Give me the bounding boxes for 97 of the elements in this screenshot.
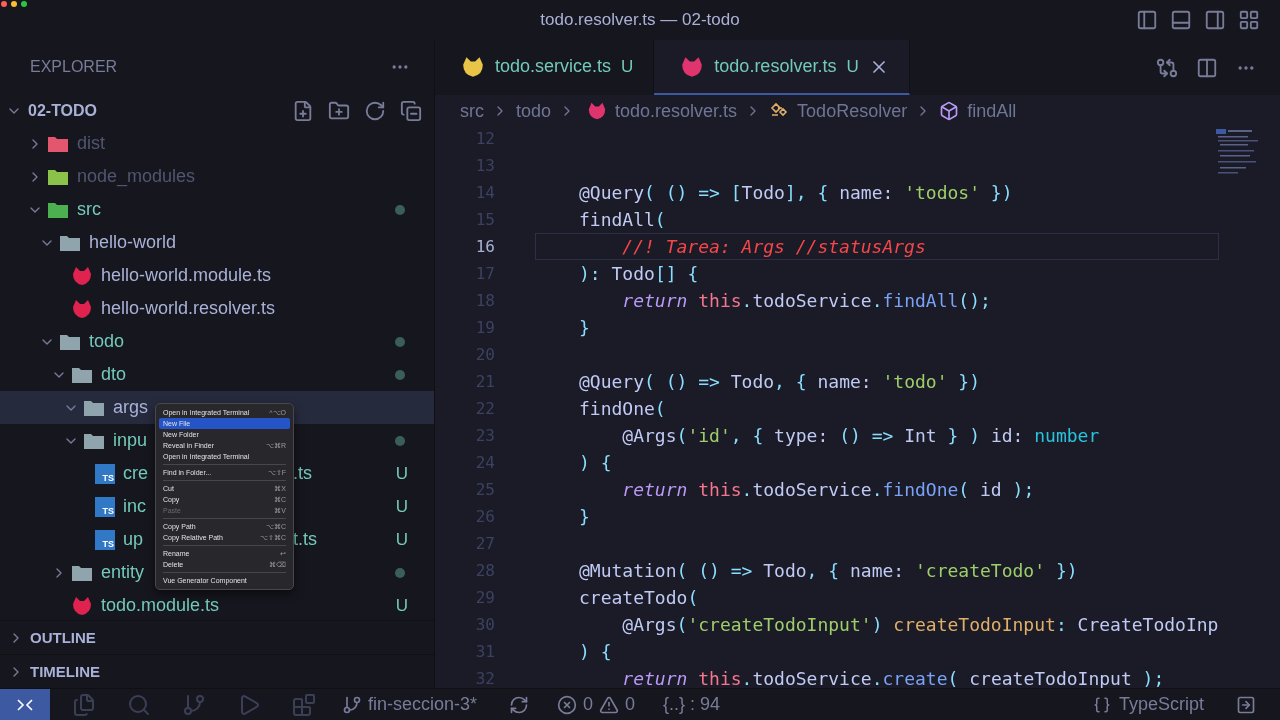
cursor-position[interactable]: {..} : 94 xyxy=(663,694,721,715)
code-line: } xyxy=(578,315,591,340)
code-line: findOne( xyxy=(578,396,667,421)
line-number: 22 xyxy=(474,399,495,418)
line-number: 25 xyxy=(474,480,495,499)
branch-name[interactable]: fin-seccion-3* xyxy=(368,694,478,715)
tree-item[interactable]: args xyxy=(113,397,148,418)
code-line: ): Todo[] { xyxy=(578,261,700,286)
line-number: 15 xyxy=(474,210,495,229)
secondary-sidebar-icon[interactable] xyxy=(1204,9,1226,31)
error-icon xyxy=(557,694,578,715)
breadcrumb[interactable]: TodoResolver xyxy=(797,100,908,122)
new-folder-icon[interactable] xyxy=(328,99,350,122)
tree-item[interactable]: src xyxy=(77,199,101,220)
ts-file-icon: TS xyxy=(95,463,115,484)
code-line: createTodo( xyxy=(578,585,700,610)
collapse-icon[interactable] xyxy=(400,99,422,122)
line-number: 13 xyxy=(474,156,495,175)
warning-count[interactable]: 0 xyxy=(625,694,636,715)
code-line: @Query( () => [Todo], { name: 'todos' }) xyxy=(578,180,1014,205)
line-number: 20 xyxy=(474,345,495,364)
file-name: t.ts xyxy=(293,529,317,550)
line-number: 14 xyxy=(474,183,495,202)
minimize-button[interactable] xyxy=(11,1,17,7)
editor-tab[interactable]: todo.resolver.ts U xyxy=(654,40,910,95)
line-number: 18 xyxy=(474,291,495,310)
code-line: findAll( xyxy=(578,207,667,232)
code-line: ) { xyxy=(578,450,613,475)
close-button[interactable] xyxy=(1,1,7,7)
line-number: 28 xyxy=(474,561,495,580)
tree-item[interactable]: todo.module.ts xyxy=(101,595,220,616)
git-status: U xyxy=(395,496,408,517)
tree-item[interactable]: cre xyxy=(123,463,148,484)
error-count[interactable]: 0 xyxy=(583,694,594,715)
compare-icon[interactable] xyxy=(1156,56,1178,79)
panel-title[interactable]: TIMELINE xyxy=(30,663,100,680)
tree-item[interactable]: up xyxy=(123,529,144,550)
code-line: @Query( () => Todo, { name: 'todo' }) xyxy=(578,369,982,394)
tree-item[interactable]: hello-world.module.ts xyxy=(101,265,272,286)
file-name: .ts xyxy=(293,463,312,484)
code-line: @Mutation( () => Todo, { name: 'createTodo' }) xyxy=(578,558,1079,583)
sidebar-title: EXPLORER xyxy=(30,58,118,76)
tree-item[interactable]: hello-world.resolver.ts xyxy=(101,298,276,319)
breadcrumb[interactable]: todo.resolver.ts xyxy=(615,100,738,122)
sync-icon[interactable] xyxy=(509,694,530,715)
warning-icon xyxy=(599,694,620,715)
tree-item[interactable]: entity xyxy=(101,562,145,583)
cube-icon xyxy=(939,101,960,121)
maximize-button[interactable] xyxy=(21,1,27,7)
line-number: 31 xyxy=(474,642,495,661)
remote-button[interactable] xyxy=(0,689,50,720)
line-number: 26 xyxy=(474,507,495,526)
ts-file-icon: TS xyxy=(95,496,115,517)
split-editor-icon[interactable] xyxy=(1196,56,1218,79)
sidebar-toggle-icon[interactable] xyxy=(1136,9,1158,31)
line-number: 19 xyxy=(474,318,495,337)
line-number: 29 xyxy=(474,588,495,607)
tree-item[interactable]: inc xyxy=(123,496,146,517)
breadcrumb[interactable]: findAll xyxy=(967,100,1017,122)
line-number: 24 xyxy=(474,453,495,472)
braces-icon xyxy=(1092,695,1111,714)
branch-icon xyxy=(342,694,362,715)
cat-icon xyxy=(587,101,608,121)
remote-icon xyxy=(16,697,34,712)
code-line: return this.todoService.findOne( id ); xyxy=(621,477,1036,502)
code-line: return this.todoService.findAll(); xyxy=(621,288,992,313)
breadcrumb[interactable]: src xyxy=(460,100,484,122)
code-line: } xyxy=(578,504,591,529)
code-line: return this.todoService.create( createTodoInput ); xyxy=(621,666,1166,688)
tree-item[interactable]: inpu xyxy=(113,430,148,451)
line-number: 16 xyxy=(474,237,495,256)
line-number: 12 xyxy=(474,129,495,148)
code-line: @Args('createTodoInput') createTodoInput: CreateTodoInp xyxy=(621,612,1219,637)
panel-title[interactable]: OUTLINE xyxy=(30,629,96,646)
breadcrumb[interactable]: todo xyxy=(516,100,552,122)
git-status: U xyxy=(395,463,408,484)
code-line: ) { xyxy=(578,639,613,664)
git-status: U xyxy=(395,529,408,550)
git-status: U xyxy=(395,595,408,616)
line-number: 32 xyxy=(474,669,495,688)
tree-item[interactable]: todo xyxy=(89,331,125,352)
new-file-icon[interactable] xyxy=(292,99,314,122)
line-number: 30 xyxy=(474,615,495,634)
tree-item[interactable]: dto xyxy=(101,364,127,385)
ts-file-icon: TS xyxy=(95,529,115,550)
folder-title[interactable]: 02-TODO xyxy=(28,101,98,120)
layout-icon[interactable] xyxy=(1238,9,1260,31)
line-number: 17 xyxy=(474,264,495,283)
window-title: todo.resolver.ts — 02-todo xyxy=(540,10,740,30)
language-mode[interactable]: TypeScript xyxy=(1118,694,1204,715)
line-number: 21 xyxy=(474,372,495,391)
refresh-icon[interactable] xyxy=(364,99,386,122)
line-number: 27 xyxy=(474,534,495,553)
code-line: @Args('id', { type: () => Int } ) id: number xyxy=(621,423,1101,448)
tree-item[interactable]: hello-world xyxy=(89,232,177,253)
panel-toggle-icon[interactable] xyxy=(1170,9,1192,31)
line-number: 23 xyxy=(474,426,495,445)
